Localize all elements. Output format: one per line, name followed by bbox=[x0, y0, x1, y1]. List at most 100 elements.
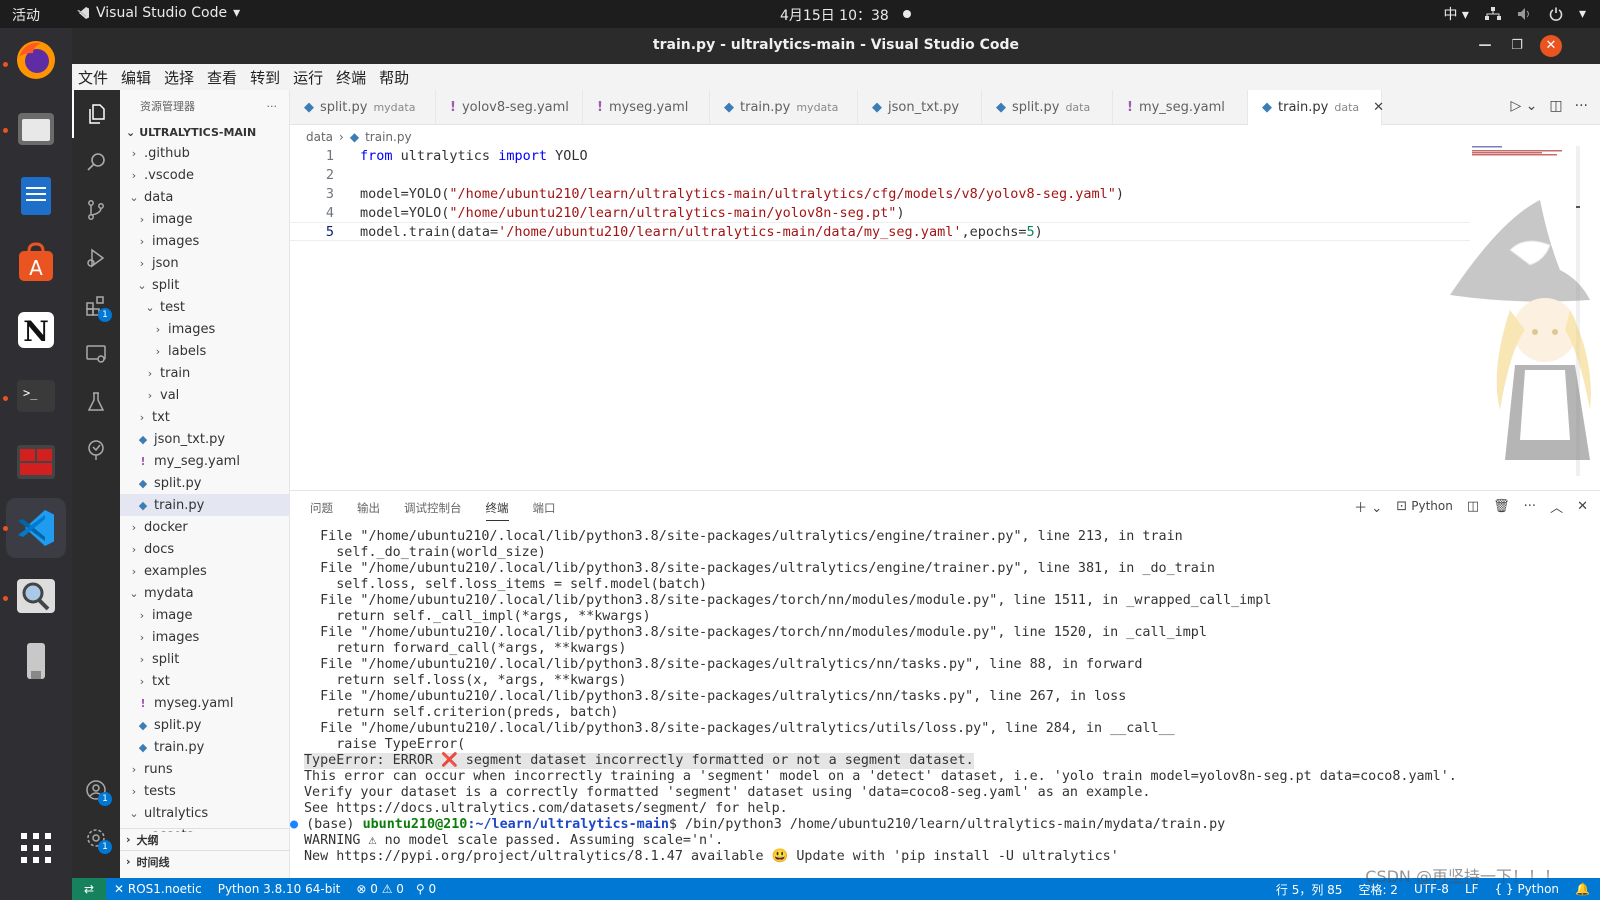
terminal-icon[interactable]: >_ bbox=[12, 372, 60, 420]
tree-folder[interactable]: › images bbox=[120, 318, 290, 340]
tree-folder[interactable]: ⌄ data bbox=[120, 186, 290, 208]
testing-icon[interactable] bbox=[72, 378, 120, 426]
menu-edit[interactable]: 编辑 bbox=[121, 67, 151, 88]
tree-file[interactable]: ◆ split.py bbox=[120, 714, 290, 736]
tree-file[interactable]: ! my_seg.yaml bbox=[120, 450, 290, 472]
problems-count[interactable]: ⊗ 0 ⚠ 0 bbox=[356, 882, 404, 896]
tree-folder[interactable]: ⌄ test bbox=[120, 296, 290, 318]
menu-file[interactable]: 文件 bbox=[78, 67, 108, 88]
close-tab-icon[interactable]: ✕ bbox=[1373, 100, 1384, 115]
terminator-icon[interactable] bbox=[12, 438, 60, 486]
breadcrumb-folder[interactable]: data bbox=[306, 130, 333, 144]
files-icon[interactable] bbox=[12, 104, 60, 152]
outline-section[interactable]: › 大纲 bbox=[120, 828, 290, 850]
tree-folder[interactable]: › tests bbox=[120, 780, 290, 802]
code-line[interactable]: 1 from ultralytics import YOLO bbox=[290, 146, 1470, 165]
tree-folder[interactable]: › image bbox=[120, 208, 290, 230]
tree-folder[interactable]: › images bbox=[120, 626, 290, 648]
new-terminal-icon[interactable]: ＋ ⌄ bbox=[1354, 497, 1382, 516]
code-line[interactable]: 3 model=YOLO("/home/ubuntu210/learn/ultr… bbox=[290, 184, 1470, 203]
code-line[interactable]: 4 model=YOLO("/home/ubuntu210/learn/ultr… bbox=[290, 203, 1470, 222]
editor-tab[interactable]: ◆ train.py mydata bbox=[710, 90, 858, 125]
tree-view-icon[interactable] bbox=[72, 426, 120, 474]
tab-terminal[interactable]: 终端 bbox=[485, 500, 509, 521]
cursor-position[interactable]: 行 5，列 85 bbox=[1276, 881, 1343, 898]
tree-folder[interactable]: ⌄ ultralytics bbox=[120, 802, 290, 824]
explorer-more-icon[interactable]: ··· bbox=[267, 100, 278, 113]
tree-folder[interactable]: › docker bbox=[120, 516, 290, 538]
tab-debug-console[interactable]: 调试控制台 bbox=[404, 500, 462, 521]
source-control-icon[interactable] bbox=[72, 186, 120, 234]
notifications-icon[interactable]: 🔔 bbox=[1575, 882, 1590, 896]
tree-folder[interactable]: › .vscode bbox=[120, 164, 290, 186]
tree-folder[interactable]: › runs bbox=[120, 758, 290, 780]
run-debug-icon[interactable] bbox=[72, 234, 120, 282]
tree-folder[interactable]: › labels bbox=[120, 340, 290, 362]
menu-go[interactable]: 转到 bbox=[250, 67, 280, 88]
editor-tab[interactable]: ◆ json_txt.py bbox=[858, 90, 982, 125]
run-file-icon[interactable]: ▷ ⌄ bbox=[1510, 98, 1537, 114]
network-icon[interactable] bbox=[1484, 7, 1501, 21]
firefox-icon[interactable] bbox=[12, 36, 60, 84]
window-title-bar[interactable]: train.py - ultralytics-main - Visual Stu… bbox=[72, 28, 1600, 64]
split-terminal-icon[interactable]: ◫ bbox=[1467, 499, 1479, 514]
editor-tab[interactable]: ! yolov8-seg.yaml bbox=[436, 90, 583, 125]
menu-help[interactable]: 帮助 bbox=[379, 67, 409, 88]
editor-tab[interactable]: ◆ split.py mydata bbox=[290, 90, 436, 125]
tree-folder[interactable]: › txt bbox=[120, 406, 290, 428]
terminal-output[interactable]: File "/home/ubuntu210/.local/lib/python3… bbox=[290, 529, 1564, 869]
app-menu[interactable]: Visual Studio Code ▾ bbox=[76, 5, 240, 21]
menu-run[interactable]: 运行 bbox=[293, 67, 323, 88]
tree-folder[interactable]: › train bbox=[120, 362, 290, 384]
maximize-button[interactable]: ❐ bbox=[1506, 35, 1528, 57]
activities-button[interactable]: 活动 bbox=[12, 5, 40, 25]
minimize-button[interactable]: — bbox=[1474, 35, 1496, 57]
editor-tab[interactable]: ! my_seg.yaml bbox=[1113, 90, 1248, 125]
notion-icon[interactable]: N bbox=[12, 306, 60, 354]
close-window-button[interactable]: ✕ bbox=[1540, 35, 1562, 57]
clock[interactable]: 4月15日 10：38 bbox=[780, 5, 889, 25]
tree-file[interactable]: ! myseg.yaml bbox=[120, 692, 290, 714]
python-interpreter[interactable]: Python 3.8.10 64-bit bbox=[218, 882, 341, 896]
code-editor[interactable]: 1 from ultralytics import YOLO 2 3 model… bbox=[290, 146, 1470, 266]
tree-folder[interactable]: › val bbox=[120, 384, 290, 406]
code-line-current[interactable]: 5 model.train(data= '/home/ubuntu210/lear… bbox=[290, 222, 1470, 241]
menu-terminal[interactable]: 终端 bbox=[336, 67, 366, 88]
tree-file[interactable]: ◆ train.py bbox=[120, 736, 290, 758]
tree-file[interactable]: ◆ split.py bbox=[120, 472, 290, 494]
settings-gear-icon[interactable]: 1 bbox=[72, 814, 120, 862]
usb-drive-icon[interactable] bbox=[12, 638, 60, 686]
tab-active[interactable]: ◆ train.py data ✕ bbox=[1248, 90, 1384, 126]
accounts-icon[interactable]: 1 bbox=[72, 766, 120, 814]
search-icon[interactable] bbox=[72, 138, 120, 186]
editor-tab[interactable]: ◆ split.py data bbox=[982, 90, 1113, 125]
software-center-icon[interactable]: A bbox=[12, 238, 60, 286]
remote-indicator[interactable]: ⇄ bbox=[72, 878, 106, 900]
tab-problems[interactable]: 问题 bbox=[310, 500, 333, 521]
tree-file[interactable]: ◆ train.py bbox=[120, 494, 290, 516]
menu-selection[interactable]: 选择 bbox=[164, 67, 194, 88]
tree-folder[interactable]: ⌄ mydata bbox=[120, 582, 290, 604]
tree-folder[interactable]: › examples bbox=[120, 560, 290, 582]
remote-explorer-icon[interactable] bbox=[72, 330, 120, 378]
tree-file[interactable]: ◆ json_txt.py bbox=[120, 428, 290, 450]
tab-output[interactable]: 输出 bbox=[357, 500, 380, 521]
more-actions-icon[interactable]: ··· bbox=[1524, 499, 1536, 514]
extensions-icon[interactable]: 1 bbox=[72, 282, 120, 330]
vscode-icon[interactable] bbox=[6, 498, 66, 558]
trash-icon[interactable]: 🗑 bbox=[1493, 499, 1510, 514]
tree-folder[interactable]: › image bbox=[120, 604, 290, 626]
more-actions-icon[interactable]: ··· bbox=[1575, 98, 1588, 114]
split-editor-icon[interactable]: ◫ bbox=[1549, 98, 1562, 114]
writer-icon[interactable] bbox=[12, 172, 60, 220]
tree-folder[interactable]: › txt bbox=[120, 670, 290, 692]
show-apps-icon[interactable] bbox=[12, 824, 60, 872]
maximize-panel-icon[interactable]: ︿ bbox=[1550, 497, 1563, 516]
ports-count[interactable]: ⚲ 0 bbox=[416, 882, 436, 896]
tree-folder[interactable]: › json bbox=[120, 252, 290, 274]
explorer-icon[interactable] bbox=[72, 90, 120, 138]
tree-folder[interactable]: › .github bbox=[120, 142, 290, 164]
input-method-indicator[interactable]: 中 ▾ bbox=[1443, 4, 1468, 24]
tree-folder[interactable]: › images bbox=[120, 230, 290, 252]
workspace-root[interactable]: ⌄ ULTRALYTICS-MAIN bbox=[120, 122, 289, 142]
